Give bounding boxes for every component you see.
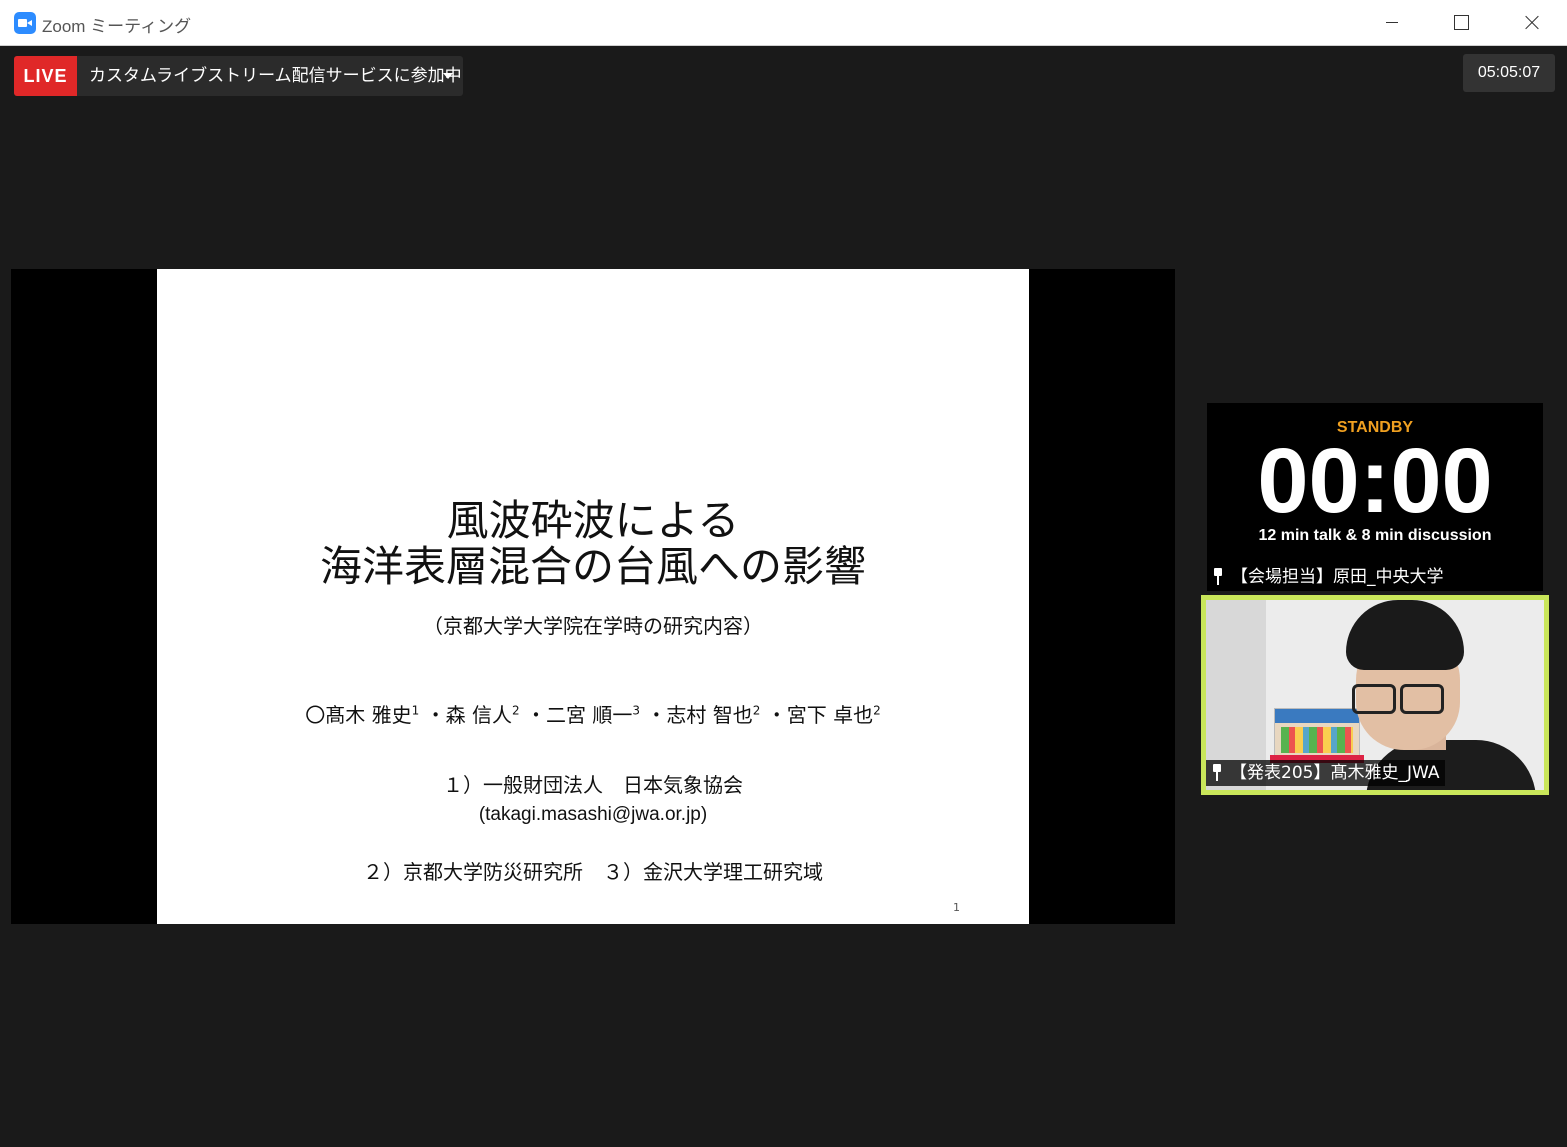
- author-name: ・志村 智也: [646, 703, 753, 727]
- zoom-logo-icon: [14, 12, 36, 34]
- live-badge: LIVE: [14, 56, 77, 96]
- presentation-slide: 風波砕波による 海洋表層混合の台風への影響 （京都大学大学院在学時の研究内容） …: [157, 269, 1029, 924]
- slide-page-number: 1: [953, 901, 960, 914]
- active-speaker-tile[interactable]: 【発表205】髙木雅史_JWA: [1201, 595, 1549, 795]
- chevron-down-icon[interactable]: [443, 73, 453, 79]
- poster-image: [1274, 708, 1360, 758]
- slide-authors: 〇髙木 雅史1 ・森 信人2 ・二宮 順一3 ・志村 智也2 ・宮下 卓也2: [157, 699, 1029, 728]
- window-title: Zoom ミーティング: [42, 17, 192, 36]
- title-bar: Zoom ミーティング: [0, 0, 1567, 46]
- participant-name-tag: 【会場担当】原田_中央大学: [1207, 564, 1450, 590]
- countdown-timer: 00:00: [1257, 430, 1493, 532]
- minimize-button[interactable]: [1362, 0, 1422, 45]
- slide-subtitle: （京都大学大学院在学時の研究内容）: [423, 614, 763, 638]
- author-affiliation: 1: [411, 703, 420, 718]
- close-button[interactable]: [1502, 0, 1562, 45]
- meeting-timer: 05:05:07: [1463, 54, 1555, 92]
- live-stream-dropdown[interactable]: LIVE カスタムライブストリーム配信サービスに参加中: [14, 56, 463, 96]
- participant-name: 【発表205】髙木雅史_JWA: [1230, 763, 1440, 783]
- author-name: ・二宮 順一: [526, 703, 633, 727]
- author-email: (takagi.masashi@jwa.or.jp): [478, 804, 708, 825]
- author-name: 〇髙木 雅史: [305, 703, 412, 727]
- author-affiliation: 3: [632, 703, 640, 718]
- slide-title-line2: 海洋表層混合の台風への影響: [319, 542, 866, 591]
- affiliation-2: ２）京都大学防災研究所 ３）金沢大学理工研究域: [363, 860, 823, 884]
- glasses-icon: [1352, 684, 1396, 714]
- pin-icon: [1211, 567, 1225, 585]
- participant-name: 【会場担当】原田_中央大学: [1231, 567, 1444, 587]
- slide-title-line1: 風波砕波による: [446, 496, 740, 545]
- author-affiliation: 2: [752, 703, 761, 718]
- participant-name-tag: 【発表205】髙木雅史_JWA: [1206, 760, 1446, 786]
- author-name: ・宮下 卓也: [766, 703, 874, 727]
- talk-info: 12 min talk & 8 min discussion: [1258, 527, 1492, 544]
- author-affiliation: 2: [873, 703, 881, 718]
- live-status-text: カスタムライブストリーム配信サービスに参加中: [89, 66, 462, 86]
- participant-video-tile[interactable]: STANDBY 00:00 12 min talk & 8 min discus…: [1207, 403, 1543, 591]
- shared-screen: 風波砕波による 海洋表層混合の台風への影響 （京都大学大学院在学時の研究内容） …: [11, 269, 1175, 924]
- author-affiliation: 2: [512, 703, 520, 718]
- author-name: ・森 信人: [425, 703, 512, 727]
- maximize-button[interactable]: [1432, 0, 1492, 45]
- affiliation-1: １）一般財団法人 日本気象協会: [443, 773, 743, 797]
- pin-icon: [1210, 763, 1224, 781]
